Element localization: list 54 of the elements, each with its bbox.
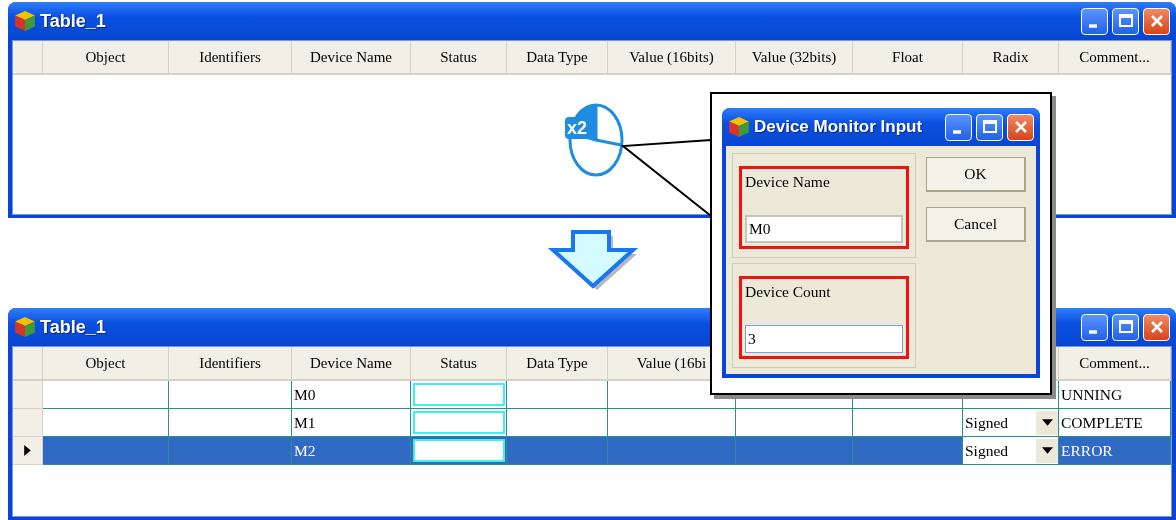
column-header[interactable]: Comment... (1059, 347, 1171, 379)
column-header[interactable]: Status (411, 347, 507, 379)
minimize-button[interactable] (945, 113, 972, 141)
window-title: Table_1 (40, 316, 106, 338)
column-header[interactable]: Data Type (507, 347, 608, 379)
maximize-button[interactable] (1112, 313, 1139, 341)
current-row-icon (24, 445, 31, 456)
maximize-button[interactable] (976, 113, 1003, 141)
column-header[interactable]: Value (32bits) (736, 41, 853, 73)
radix-value: Signed (964, 413, 1009, 432)
column-header[interactable]: Identifiers (169, 41, 292, 73)
column-header[interactable]: Identifiers (169, 347, 292, 379)
column-header[interactable]: Value (16bits) (608, 41, 736, 73)
table-cell: M0 (292, 381, 411, 409)
cube-icon (14, 316, 36, 338)
dropdown-button[interactable] (1036, 410, 1058, 435)
caret-icon (1041, 419, 1053, 426)
radix-value: Signed (964, 441, 1009, 460)
field-label: Device Count (745, 283, 832, 301)
column-header[interactable]: Object (43, 41, 169, 73)
cube-icon (14, 10, 36, 32)
close-button[interactable] (1143, 313, 1170, 341)
minimize-icon (1088, 23, 1097, 28)
column-header[interactable]: Object (43, 347, 169, 379)
input-field[interactable]: M0 (745, 215, 903, 243)
column-header[interactable]: Data Type (507, 41, 608, 73)
dialog-title: Device Monitor Input (754, 117, 923, 137)
dialog-button[interactable]: OK (926, 157, 1026, 192)
caret-icon (1041, 447, 1053, 454)
table-cell: M2 (292, 437, 411, 465)
column-header[interactable]: Status (411, 41, 507, 73)
dialog-button[interactable]: Cancel (926, 207, 1026, 242)
column-header[interactable]: Float (853, 41, 963, 73)
maximize-button[interactable] (1112, 7, 1139, 35)
table-cell: ERROR (1059, 437, 1171, 465)
dropdown-button[interactable] (1036, 438, 1058, 463)
minimize-icon (952, 129, 961, 134)
minimize-button[interactable] (1081, 313, 1108, 341)
column-header[interactable]: Device Name (292, 347, 411, 379)
cube-icon (728, 116, 750, 138)
double-click-count: x2 (565, 117, 590, 139)
input-field[interactable]: 3 (745, 325, 903, 353)
window-title: Table_1 (40, 10, 106, 32)
minimize-button[interactable] (1081, 7, 1108, 35)
table-cell: UNNING (1059, 381, 1171, 409)
close-button[interactable] (1143, 7, 1170, 35)
minimize-icon (1088, 329, 1097, 334)
column-header[interactable]: Device Name (292, 41, 411, 73)
row-header[interactable] (13, 437, 43, 465)
down-arrow-icon (547, 230, 639, 290)
column-header[interactable]: Radix (963, 41, 1059, 73)
close-button[interactable] (1007, 113, 1034, 141)
column-header[interactable]: Comment... (1059, 41, 1171, 73)
field-label: Device Name (745, 173, 831, 191)
